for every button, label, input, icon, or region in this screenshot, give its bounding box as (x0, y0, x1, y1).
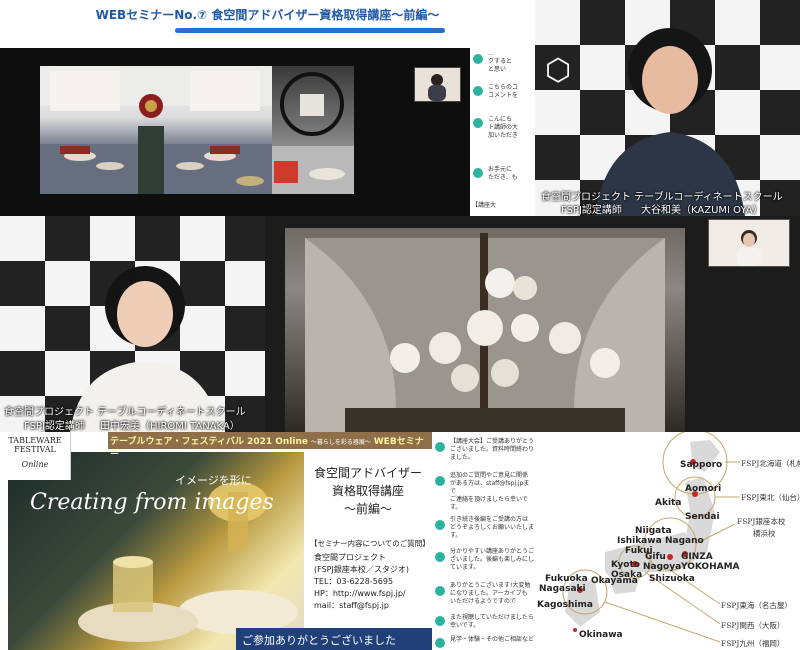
map-city-label: Nagano (665, 536, 704, 546)
chat-avatar-icon (473, 54, 483, 64)
tableware-display-photo (285, 228, 685, 432)
chat-message-text: ありがとうございます!大変勉 になりました。アーカイブも いただけるようですので (450, 582, 531, 605)
banner-subtitle: ～暮らしを彩る器展～ (310, 439, 371, 446)
map-branch-label: FSPJ九州（福岡） (721, 639, 785, 648)
speaker-oya-figure: ⬡ (545, 28, 745, 216)
map-city-label: Nagoya (643, 562, 682, 572)
map-branch-label: FSPJ関西（大阪） (721, 621, 785, 630)
chat-message-text: 分かりやすい講座ありがとうご ざいました。後編も楽しみにし ています。 (450, 548, 534, 571)
map-branch-label: FSPJ北海道（札幌） (741, 459, 800, 468)
seminar-title: WEBセミナーNo.⑦ 食空間アドバイザー資格取得講座～前編～ (95, 8, 440, 22)
course-title-line3: ～前編～ (343, 502, 392, 516)
logo-text-line3: Online (21, 460, 49, 469)
slide-tea-photo (8, 452, 304, 650)
map-city-label: Ishikawa (617, 536, 662, 546)
thanks-text: ご参加ありがとうございました (242, 634, 396, 647)
chat-panel-bottom[interactable]: 【講座大会】ご受講ありがとう ございました。資料時間終わり ました。 追加のご質… (432, 432, 534, 650)
map-city-label: Gifu (645, 552, 666, 562)
speaker-name-caption: 田中宏美（HIROMI TANAKA） (100, 421, 240, 432)
contact-org-detail: (FSPJ銀座本校／スタジオ) (314, 565, 409, 574)
chat-message-text: こんにち ト講師の大 加いただき (488, 116, 519, 139)
logo-text-line1: TABLEWARE (8, 436, 62, 445)
slide-thanks-footer: ご参加ありがとうございました (236, 628, 432, 650)
slide-script-en: Creating from images (30, 490, 274, 515)
contact-tel: TEL：03-6228-5695 (314, 577, 394, 586)
chat-message-text: また視聴していただけましたら 幸いです。 (450, 614, 534, 629)
contact-org: 食空間プロジェクト (314, 553, 386, 562)
map-city-label: Kyoto (611, 560, 640, 570)
map-city-label: YOKOHAMA (681, 562, 740, 572)
chat-panel-top[interactable]: … クすると と思い こちらのコ コメントを こんにち ト講師の大 加いただき … (470, 48, 534, 216)
chat-message-text: 【講座大 (472, 202, 497, 209)
map-city-label: GINZA (681, 552, 713, 562)
chat-message-text: 引き続き後編をご受講の方は どうぞよろしくお願いいたしま す。 (450, 516, 534, 539)
video-panel-table-setting[interactable] (0, 48, 470, 216)
decor-closeup-photo (272, 66, 354, 194)
chat-avatar-icon (435, 442, 445, 452)
map-city-label: Shizuoka (649, 574, 695, 584)
chat-message: 【講座大 (470, 202, 534, 216)
map-city-label: Okinawa (579, 630, 623, 640)
chat-message: こちらのコ コメントを (470, 84, 534, 114)
slide-script-jp: イメージを形に (175, 474, 252, 487)
chat-avatar-icon (435, 476, 445, 486)
chat-avatar-icon (473, 168, 483, 178)
logo-text-line2: FESTIVAL (14, 445, 56, 454)
slide-course-info: 食空間アドバイザー 資格取得講座 ～前編～ 【セミナー内容についてのご質問】 食… (304, 452, 432, 650)
participant-thumbnail-video[interactable] (414, 67, 461, 102)
speaker-role-caption: FSPJ認定講師 (24, 421, 85, 432)
chat-message-text: 【講座大会】ご受講ありがとう ございました。資料時間終わり ました。 (450, 438, 534, 461)
contact-header: 【セミナー内容についてのご質問】 (310, 539, 430, 548)
tableware-festival-logo: TABLEWARE FESTIVAL Online (0, 432, 71, 480)
contact-mail: mail：staff@fspj.jp (314, 601, 389, 610)
map-city-label: Fukuoka (545, 574, 588, 584)
table-setting-photo (40, 66, 272, 194)
map-branch-label: FSPJ銀座本校 (737, 517, 786, 526)
map-city-label: Kagoshima (537, 600, 593, 610)
map-branch-label: FSPJ東北（仙台） (741, 493, 800, 502)
map-city-label: Okayama (591, 576, 638, 586)
fspj-school-map: Sapporo Aomori Akita Sendai Niigata Ishi… (535, 432, 800, 650)
svg-text:⬡: ⬡ (545, 53, 571, 88)
chat-avatar-icon (435, 552, 445, 562)
chat-avatar-icon (473, 86, 483, 96)
chat-avatar-icon (473, 118, 483, 128)
speaker-org-caption: 食空間プロジェクト テーブルコーディネートスクール (4, 407, 246, 418)
map-city-label: Niigata (635, 526, 672, 536)
chat-avatar-icon (435, 586, 445, 596)
chat-avatar-icon (435, 616, 445, 626)
video-panel-speaker-oya[interactable]: ⬡ 食空間プロジェクト テーブルコーディネートスクール FSPJ認定講師 大谷和… (535, 0, 800, 216)
chat-message: お手元に ただき、も (470, 166, 534, 196)
speaker-name-caption: 大谷和美（KAZUMI OYA） (641, 205, 763, 216)
speaker-tanaka-figure (70, 266, 220, 432)
chat-message-text: 追加のご質問やご意見に関係 がある方は、staff@fspj.jpまで ご連絡を… (450, 472, 530, 511)
map-branch-label: 横浜校 (753, 529, 776, 538)
banner-festival-name: テーブルウェア・フェスティバル 2021 Online (110, 437, 308, 447)
video-panel-tableware-display[interactable] (265, 216, 800, 432)
map-city-label: Sendai (685, 512, 720, 522)
contact-hp: HP：http://www.fspj.jp/ (314, 589, 406, 598)
chat-message: こんにち ト講師の大 加いただき (470, 116, 534, 146)
seminar-header: WEBセミナーNo.⑦ 食空間アドバイザー資格取得講座～前編～ (0, 0, 535, 48)
title-underline (175, 28, 445, 33)
video-panel-speaker-tanaka[interactable]: 食空間プロジェクト テーブルコーディネートスクール FSPJ認定講師 田中宏美（… (0, 216, 265, 432)
seminar-slide-panel[interactable]: TABLEWARE FESTIVAL Online テーブルウェア・フェスティバ… (0, 432, 432, 650)
speaker-role-caption: FSPJ認定講師 (561, 205, 622, 216)
map-city-label: Nagasaki (539, 584, 586, 594)
map-branch-label: FSPJ東海（名古屋） (721, 601, 792, 610)
chat-message-text: … クすると と思い (488, 50, 513, 73)
map-city-label: Aomori (685, 484, 722, 494)
chat-message-text: お手元に ただき、も (488, 166, 518, 181)
course-title-line2: 資格取得講座 (331, 484, 404, 498)
chat-message-text: こちらのコ コメントを (488, 84, 519, 99)
chat-avatar-icon (435, 520, 445, 530)
chat-message-text: 見学・体験・その他ご相談など (450, 636, 534, 643)
map-city-label: Akita (655, 498, 682, 508)
course-title-line1: 食空間アドバイザー (313, 466, 422, 480)
chat-avatar-icon (435, 638, 445, 648)
map-city-label: Sapporo (680, 460, 723, 470)
participant-thumbnail-video[interactable] (708, 219, 790, 267)
chat-message: … クすると と思い (470, 50, 534, 80)
